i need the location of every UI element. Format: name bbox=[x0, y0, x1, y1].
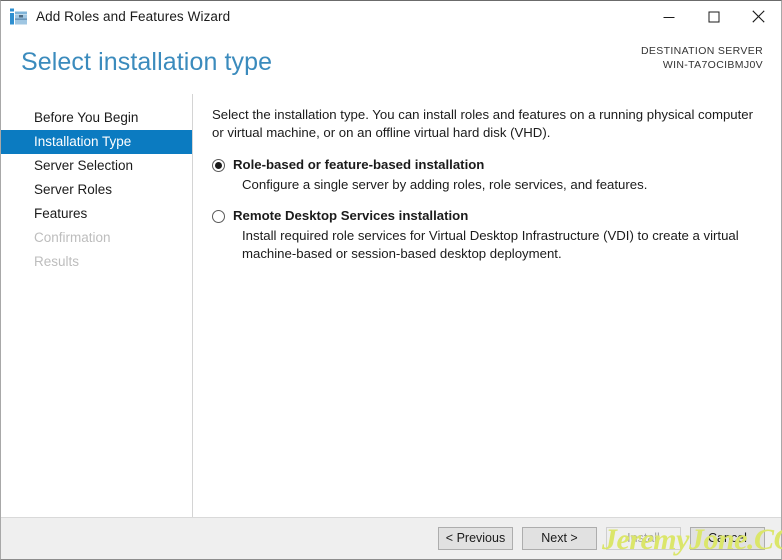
close-button[interactable] bbox=[736, 1, 781, 32]
previous-button[interactable]: < Previous bbox=[438, 527, 513, 550]
page-header: Select installation type DESTINATION SER… bbox=[1, 32, 781, 94]
wizard-navigation-sidebar: Before You Begin Installation Type Serve… bbox=[1, 94, 193, 517]
maximize-button[interactable] bbox=[691, 1, 736, 32]
cancel-button[interactable]: Cancel bbox=[690, 527, 765, 550]
page-title: Select installation type bbox=[21, 48, 272, 77]
sidebar-item-confirmation: Confirmation bbox=[1, 226, 192, 250]
server-roles-icon bbox=[10, 8, 27, 25]
destination-server-block: DESTINATION SERVER WIN-TA7OCIBMJ0V bbox=[641, 44, 763, 72]
wizard-content-pane: Select the installation type. You can in… bbox=[193, 94, 781, 517]
option-remote-desktop-title: Remote Desktop Services installation bbox=[233, 207, 763, 225]
option-role-based-title: Role-based or feature-based installation bbox=[233, 156, 763, 174]
option-role-based-installation[interactable]: Role-based or feature-based installation… bbox=[212, 156, 763, 194]
window-title: Add Roles and Features Wizard bbox=[36, 9, 230, 24]
sidebar-item-server-selection[interactable]: Server Selection bbox=[1, 154, 192, 178]
option-remote-desktop-description: Install required role services for Virtu… bbox=[233, 227, 763, 263]
next-button[interactable]: Next > bbox=[522, 527, 597, 550]
destination-server-label: DESTINATION SERVER bbox=[641, 44, 763, 58]
wizard-body: Before You Begin Installation Type Serve… bbox=[1, 94, 781, 517]
option-remote-desktop-services[interactable]: Remote Desktop Services installation Ins… bbox=[212, 207, 763, 263]
close-icon bbox=[752, 10, 765, 23]
sidebar-item-installation-type[interactable]: Installation Type bbox=[1, 130, 192, 154]
minimize-icon bbox=[663, 11, 675, 23]
add-roles-wizard-window: Add Roles and Features Wizard Select bbox=[0, 0, 782, 560]
radio-remote-desktop-icon[interactable] bbox=[212, 210, 225, 223]
sidebar-item-features[interactable]: Features bbox=[1, 202, 192, 226]
maximize-icon bbox=[708, 11, 720, 23]
sidebar-item-results: Results bbox=[1, 250, 192, 274]
wizard-footer: < Previous Next > Install Cancel bbox=[1, 517, 781, 559]
sidebar-item-before-you-begin[interactable]: Before You Begin bbox=[1, 106, 192, 130]
sidebar-item-server-roles[interactable]: Server Roles bbox=[1, 178, 192, 202]
title-bar: Add Roles and Features Wizard bbox=[1, 1, 781, 32]
install-button: Install bbox=[606, 527, 681, 550]
minimize-button[interactable] bbox=[646, 1, 691, 32]
option-role-based-description: Configure a single server by adding role… bbox=[233, 176, 763, 194]
intro-text: Select the installation type. You can in… bbox=[212, 106, 760, 142]
radio-role-based-icon[interactable] bbox=[212, 159, 225, 172]
destination-server-name: WIN-TA7OCIBMJ0V bbox=[641, 58, 763, 72]
window-controls bbox=[646, 1, 781, 32]
